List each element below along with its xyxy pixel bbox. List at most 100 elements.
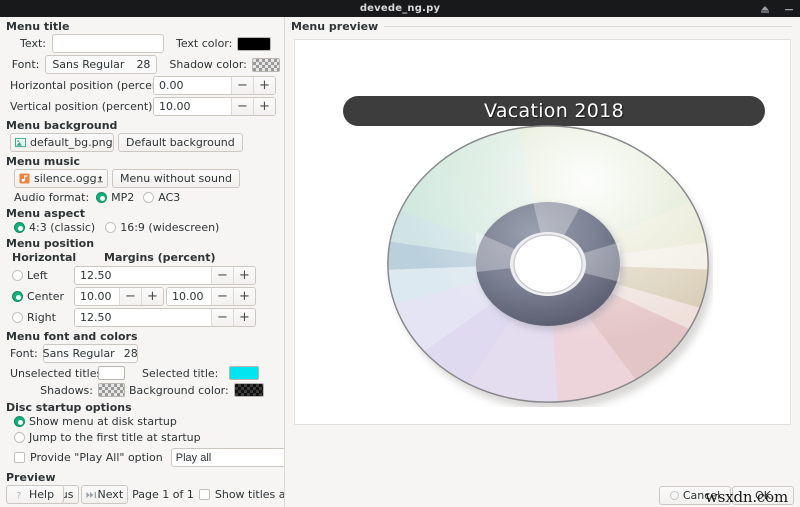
dialog-buttons: Cancel OK <box>659 486 794 505</box>
position-right-radio[interactable]: Right <box>12 311 74 324</box>
section-disc-startup-label: Disc startup options <box>4 400 280 415</box>
unselected-titles-swatch[interactable] <box>98 366 125 380</box>
vertical-minus-button[interactable]: − <box>231 98 253 115</box>
section-menu-aspect: Menu aspect 4:3 (classic) 16:9 (widescre… <box>4 206 280 234</box>
ok-button-label: OK <box>755 487 771 504</box>
dvd-disc-image <box>383 122 713 407</box>
radio-indicator-center[interactable] <box>12 291 23 302</box>
radio-indicator-left[interactable] <box>12 270 23 281</box>
right-margin-spinner[interactable]: 12.50 − + <box>74 308 256 327</box>
settings-panel: Menu title Text: Text color: Font: Sans … <box>0 17 284 507</box>
show-menu-at-startup-radio[interactable]: Show menu at disk startup <box>14 415 280 428</box>
window-controls <box>759 0 795 17</box>
help-button[interactable]: ? Help <box>6 485 64 504</box>
left-margin-plus-button[interactable]: + <box>233 267 255 284</box>
shadow-color-swatch[interactable] <box>252 58 280 72</box>
radio-indicator-show-menu[interactable] <box>14 416 25 427</box>
aspect-4-3-radio[interactable]: 4:3 (classic) <box>14 221 95 234</box>
center-margin-left-plus-button[interactable]: + <box>141 288 163 305</box>
selected-title-label: Selected title: <box>142 367 223 380</box>
selected-title-swatch[interactable] <box>229 366 259 380</box>
default-background-button[interactable]: Default background <box>118 133 243 152</box>
eject-icon[interactable] <box>759 3 771 15</box>
vertical-position-spinner[interactable]: 10.00 − + <box>153 97 276 116</box>
text-color-swatch[interactable] <box>237 37 271 51</box>
section-menu-aspect-label: Menu aspect <box>4 206 280 221</box>
background-color-swatch[interactable] <box>234 383 264 397</box>
section-menu-font-colors: Menu font and colors Font: Sans Regular … <box>4 329 280 397</box>
right-margin-value[interactable]: 12.50 <box>75 309 211 326</box>
menu-font-family: Sans Regular <box>43 345 115 362</box>
center-margin-left-value[interactable]: 10.00 <box>75 288 119 305</box>
menu-preview-canvas[interactable]: Vacation 2018 <box>294 39 791 425</box>
vertical-position-value[interactable]: 10.00 <box>154 98 231 115</box>
vertical-plus-button[interactable]: + <box>253 98 275 115</box>
section-menu-font-colors-label: Menu font and colors <box>4 329 280 344</box>
left-margin-minus-button[interactable]: − <box>211 267 233 284</box>
radio-indicator-mp2[interactable] <box>96 192 107 203</box>
horizontal-plus-button[interactable]: + <box>253 77 275 94</box>
action-bar: ? Help Cancel OK wsxdn.com <box>0 482 800 507</box>
window-content: Menu title Text: Text color: Font: Sans … <box>0 17 800 507</box>
title-bar: devede_ng.py <box>0 0 800 17</box>
play-all-input[interactable] <box>171 448 289 467</box>
section-menu-background-label: Menu background <box>4 118 280 133</box>
section-menu-background: Menu background default_bg.png <box>4 118 280 152</box>
aspect-4-3-label: 4:3 (classic) <box>29 221 95 234</box>
preview-header-rule <box>384 26 792 27</box>
play-all-checkbox[interactable] <box>14 452 25 463</box>
menu-font-button[interactable]: Sans Regular 28 <box>43 344 138 363</box>
position-left-radio[interactable]: Left <box>12 269 74 282</box>
audio-file-icon <box>19 173 30 184</box>
radio-indicator-ac3[interactable] <box>143 192 154 203</box>
right-margin-minus-button[interactable]: − <box>211 309 233 326</box>
audio-format-mp2-label: MP2 <box>111 191 134 204</box>
position-left-label: Left <box>27 269 48 282</box>
center-margin-right-minus-button[interactable]: − <box>211 288 233 305</box>
preview-panel: Menu preview Vacation 2018 <box>285 17 800 507</box>
center-margin-right-value[interactable]: 10.00 <box>167 288 211 305</box>
section-menu-music-label: Menu music <box>4 154 280 169</box>
center-margin-right-plus-button[interactable]: + <box>233 288 255 305</box>
shadow-color-label: Shadow color: <box>169 58 247 71</box>
center-margin-left-minus-button[interactable]: − <box>119 288 141 305</box>
column-header-horizontal: Horizontal <box>12 251 74 264</box>
play-all-label: Provide "Play All" option <box>30 451 163 464</box>
horizontal-minus-button[interactable]: − <box>231 77 253 94</box>
radio-indicator-right[interactable] <box>12 312 23 323</box>
help-button-label: Help <box>29 486 54 503</box>
center-margin-left-spinner[interactable]: 10.00 − + <box>74 287 164 306</box>
title-text-input[interactable] <box>52 34 164 53</box>
audio-format-mp2-radio[interactable]: MP2 <box>96 191 134 204</box>
background-file-chooser[interactable]: default_bg.png <box>10 133 114 152</box>
minimize-icon[interactable] <box>783 3 795 15</box>
menu-without-sound-button[interactable]: Menu without sound <box>112 169 240 188</box>
radio-indicator-4-3[interactable] <box>14 222 25 233</box>
center-margin-right-spinner[interactable]: 10.00 − + <box>166 287 256 306</box>
radio-indicator-jump-first[interactable] <box>14 432 25 443</box>
horizontal-position-value[interactable]: 0.00 <box>154 77 231 94</box>
left-margin-spinner[interactable]: 12.50 − + <box>74 266 256 285</box>
horizontal-position-spinner[interactable]: 0.00 − + <box>153 76 276 95</box>
aspect-16-9-radio[interactable]: 16:9 (widescreen) <box>105 221 219 234</box>
music-file-chooser[interactable]: silence.ogg <box>14 169 108 188</box>
cancel-button[interactable]: Cancel <box>659 486 731 505</box>
menu-font-label: Font: <box>10 347 43 360</box>
jump-first-title-radio[interactable]: Jump to the first title at startup <box>14 431 280 444</box>
position-center-radio[interactable]: Center <box>12 290 74 303</box>
radio-indicator-16-9[interactable] <box>105 222 116 233</box>
svg-text:?: ? <box>17 491 22 500</box>
image-file-icon <box>15 137 26 148</box>
ok-button[interactable]: OK <box>732 486 794 505</box>
section-menu-title: Menu title Text: Text color: Font: Sans … <box>4 19 280 116</box>
title-font-button[interactable]: Sans Regular 28 <box>45 55 157 74</box>
section-menu-title-label: Menu title <box>4 19 280 34</box>
title-font-label: Font: <box>10 58 45 71</box>
horizontal-position-label: Horizontal position (percent): <box>10 79 153 92</box>
position-right-label: Right <box>27 311 56 324</box>
left-margin-value[interactable]: 12.50 <box>75 267 211 284</box>
section-menu-position-label: Menu position <box>4 236 280 251</box>
right-margin-plus-button[interactable]: + <box>233 309 255 326</box>
shadows-swatch[interactable] <box>98 383 125 397</box>
audio-format-ac3-radio[interactable]: AC3 <box>143 191 180 204</box>
